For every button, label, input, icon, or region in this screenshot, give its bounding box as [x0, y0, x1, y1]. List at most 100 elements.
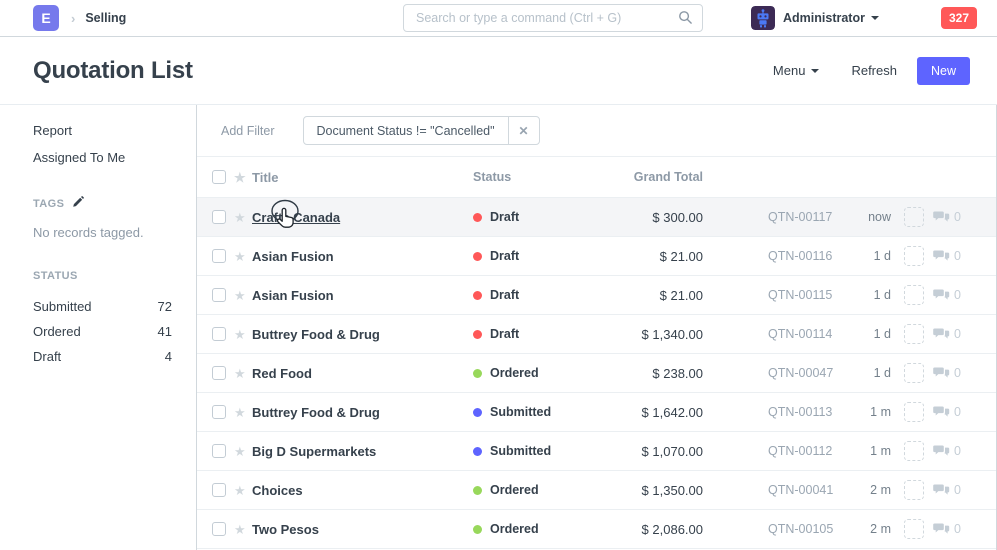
star-icon[interactable]: ★ [234, 484, 246, 497]
row-document-id[interactable]: QTN-00113 [768, 405, 843, 419]
row-grand-total: $ 1,350.00 [623, 483, 703, 498]
row-status: Draft [473, 288, 623, 302]
row-checkbox[interactable] [212, 249, 226, 263]
star-icon[interactable]: ★ [234, 328, 246, 341]
assignment-placeholder[interactable] [904, 324, 924, 344]
sidebar-item-report[interactable]: Report [33, 123, 172, 139]
table-row: ★ Crafts Canada Draft $ 300.00 QTN-00117… [197, 198, 996, 237]
caret-down-icon[interactable] [871, 16, 879, 20]
assignment-placeholder[interactable] [904, 441, 924, 461]
refresh-button[interactable]: Refresh [851, 63, 897, 78]
row-status: Draft [473, 210, 623, 224]
row-checkbox[interactable] [212, 405, 226, 419]
comment-count: 0 [933, 288, 961, 302]
row-document-id[interactable]: QTN-00115 [768, 288, 843, 302]
star-icon[interactable]: ★ [234, 523, 246, 536]
comment-count: 0 [933, 210, 961, 224]
comment-count-value: 0 [954, 483, 961, 497]
notification-badge[interactable]: 327 [941, 7, 977, 29]
sidebar-item-assigned-to-me[interactable]: Assigned To Me [33, 150, 172, 166]
filter-area: Add Filter Document Status != "Cancelled… [197, 105, 996, 157]
row-document-id[interactable]: QTN-00105 [768, 522, 843, 536]
search-input[interactable] [403, 4, 703, 32]
row-grand-total: $ 2,086.00 [623, 522, 703, 537]
assignment-placeholder[interactable] [904, 363, 924, 383]
add-filter-button[interactable]: Add Filter [221, 124, 275, 138]
status-dot-icon [473, 408, 482, 417]
select-all-checkbox[interactable] [212, 170, 226, 184]
star-icon[interactable]: ★ [234, 289, 246, 302]
row-checkbox[interactable] [212, 522, 226, 536]
status-filter-submitted[interactable]: Submitted72 [33, 294, 172, 319]
status-label: Submitted [490, 405, 551, 419]
status-filter-count: 4 [165, 349, 172, 364]
edit-tags-pencil-icon[interactable] [72, 196, 84, 211]
row-checkbox[interactable] [212, 444, 226, 458]
navbar: E › Selling Administrator 327 [0, 0, 997, 37]
row-document-id[interactable]: QTN-00112 [768, 444, 843, 458]
row-title-link[interactable]: Crafts Canada [252, 210, 473, 225]
row-document-id[interactable]: QTN-00114 [768, 327, 843, 341]
row-status: Draft [473, 327, 623, 341]
assignment-placeholder[interactable] [904, 207, 924, 227]
tags-heading-label: TAGS [33, 198, 64, 210]
search-icon[interactable] [678, 10, 693, 28]
row-title-link[interactable]: Buttrey Food & Drug [252, 327, 473, 342]
assignment-placeholder[interactable] [904, 246, 924, 266]
row-grand-total: $ 300.00 [623, 210, 703, 225]
comment-count: 0 [933, 366, 961, 380]
new-button[interactable]: New [917, 57, 970, 85]
remove-filter-button[interactable]: ✕ [508, 117, 539, 144]
table-row: ★ Two Pesos Ordered $ 2,086.00 QTN-00105… [197, 510, 996, 549]
status-label: Submitted [490, 444, 551, 458]
row-status: Draft [473, 249, 623, 263]
comment-count: 0 [933, 522, 961, 536]
status-dot-icon [473, 291, 482, 300]
app-logo[interactable]: E [33, 5, 59, 31]
star-icon[interactable]: ★ [234, 406, 246, 419]
row-document-id[interactable]: QTN-00041 [768, 483, 843, 497]
assignment-placeholder[interactable] [904, 519, 924, 539]
row-title-link[interactable]: Choices [252, 483, 473, 498]
row-title-link[interactable]: Big D Supermarkets [252, 444, 473, 459]
list-view: Add Filter Document Status != "Cancelled… [196, 105, 997, 550]
assignment-placeholder[interactable] [904, 480, 924, 500]
row-checkbox[interactable] [212, 327, 226, 341]
row-modified-time: 1 m [843, 405, 891, 419]
star-icon[interactable]: ★ [234, 445, 246, 458]
page-head: Quotation List Menu Refresh New [0, 37, 997, 105]
assignment-placeholder[interactable] [904, 285, 924, 305]
active-filter-label[interactable]: Document Status != "Cancelled" [304, 117, 508, 144]
status-dot-icon [473, 330, 482, 339]
row-document-id[interactable]: QTN-00047 [768, 366, 843, 380]
row-title-link[interactable]: Asian Fusion [252, 288, 473, 303]
user-menu[interactable]: Administrator [783, 11, 865, 25]
row-checkbox[interactable] [212, 210, 226, 224]
row-modified-time: 1 d [843, 327, 891, 341]
star-icon[interactable]: ★ [234, 250, 246, 263]
row-title-link[interactable]: Buttrey Food & Drug [252, 405, 473, 420]
status-filter-draft[interactable]: Draft4 [33, 344, 172, 369]
row-document-id[interactable]: QTN-00117 [768, 210, 843, 224]
row-document-id[interactable]: QTN-00116 [768, 249, 843, 263]
star-icon[interactable]: ★ [234, 367, 246, 380]
status-filter-ordered[interactable]: Ordered41 [33, 319, 172, 344]
row-title-link[interactable]: Red Food [252, 366, 473, 381]
star-icon[interactable]: ★ [234, 211, 246, 224]
row-title-link[interactable]: Asian Fusion [252, 249, 473, 264]
menu-dropdown[interactable]: Menu [773, 63, 820, 78]
row-status: Ordered [473, 522, 623, 536]
row-modified-time: 1 d [843, 288, 891, 302]
row-modified-time: 1 m [843, 444, 891, 458]
status-filter-label: Submitted [33, 299, 92, 314]
row-checkbox[interactable] [212, 366, 226, 380]
row-checkbox[interactable] [212, 288, 226, 302]
row-checkbox[interactable] [212, 483, 226, 497]
star-icon: ★ [234, 171, 246, 184]
row-title-link[interactable]: Two Pesos [252, 522, 473, 537]
comment-count-value: 0 [954, 249, 961, 263]
breadcrumb-chevron-icon: › [71, 11, 75, 26]
assignment-placeholder[interactable] [904, 402, 924, 422]
breadcrumb[interactable]: Selling [85, 11, 126, 25]
user-avatar[interactable] [751, 6, 775, 30]
